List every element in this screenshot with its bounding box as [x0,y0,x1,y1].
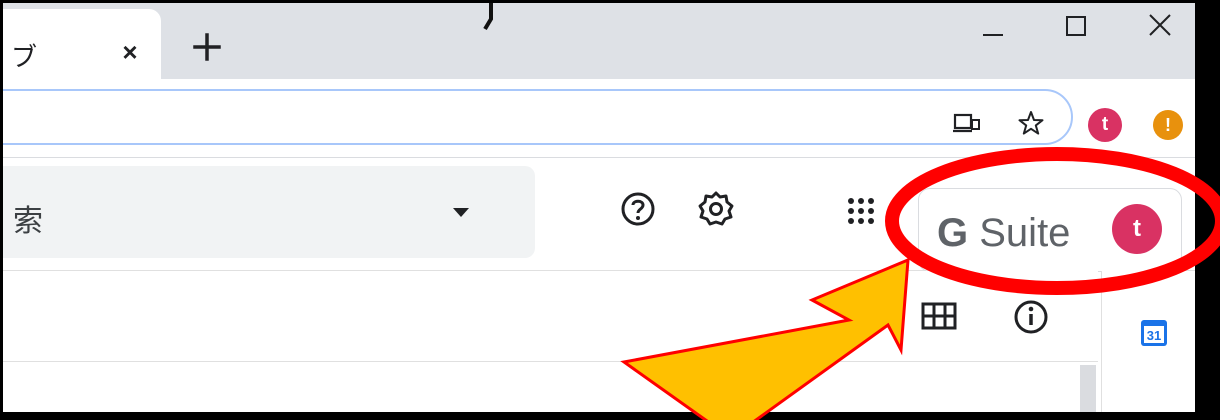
address-bar[interactable] [3,89,1073,145]
search-input[interactable]: 索 [3,166,535,258]
scrollbar[interactable] [1080,365,1096,412]
calendar-day: 31 [1147,328,1161,343]
split-pane-icon[interactable] [921,301,957,331]
tab-close-icon[interactable]: × [113,35,147,69]
gsuite-account-button[interactable]: G Suite t [918,188,1182,272]
browser-tab[interactable]: ブ × [3,9,161,79]
maximize-icon[interactable] [1047,9,1107,49]
side-panel: 31 [1101,271,1195,412]
alert-badge-icon[interactable]: ! [1153,110,1183,140]
close-window-icon[interactable] [1128,9,1188,49]
mail-list-toolbar [3,271,1098,362]
calendar-icon[interactable]: 31 [1140,317,1168,347]
star-icon[interactable] [1017,109,1045,137]
settings-gear-icon[interactable] [696,189,736,229]
cast-icon[interactable] [953,109,981,137]
tab-strip: ブ × [3,3,1195,79]
tab-title: ブ [11,43,38,73]
gsuite-label: G Suite [937,211,1070,256]
info-icon[interactable] [1011,297,1051,337]
apps-grid-icon[interactable] [841,191,881,231]
gsuite-g-letter: G [937,211,969,255]
gmail-header: 索 G Suite t [3,158,1195,272]
scribble-mark [483,3,493,31]
account-avatar[interactable]: t [1112,204,1162,254]
help-icon[interactable] [618,189,658,229]
screenshot-frame: ブ × t ! 索 G Suite t 31 [3,3,1195,412]
search-text: 索 [13,204,43,239]
new-tab-icon[interactable] [189,29,225,65]
profile-avatar[interactable]: t [1088,108,1122,142]
minimize-icon[interactable] [963,9,1023,49]
browser-toolbar: t ! [3,79,1195,158]
search-options-icon[interactable] [453,208,469,217]
gsuite-suite-text: Suite [979,211,1071,255]
